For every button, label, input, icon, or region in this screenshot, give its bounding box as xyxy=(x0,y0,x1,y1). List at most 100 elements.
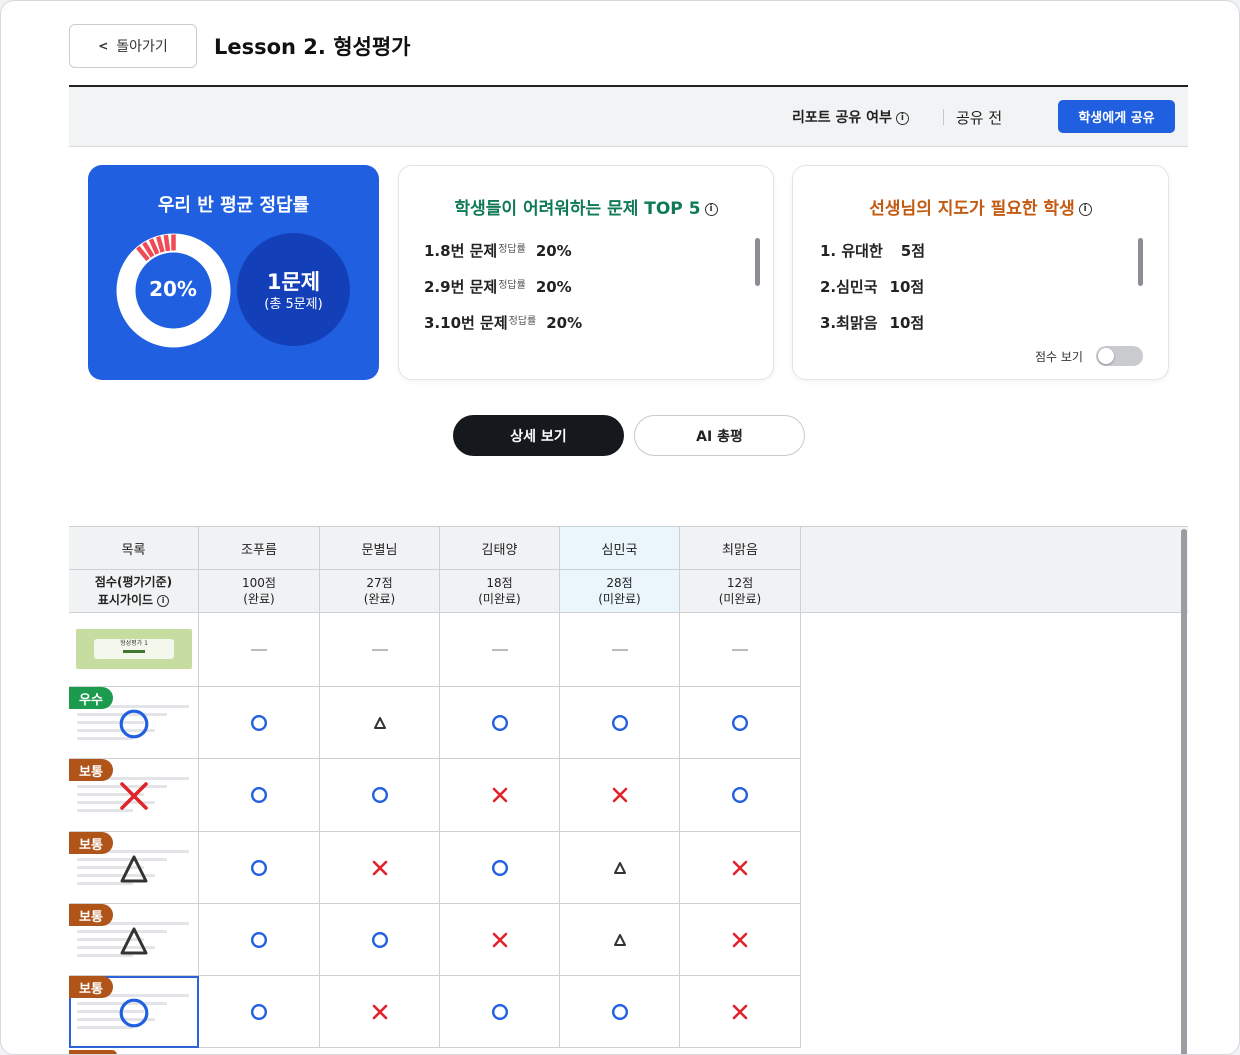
scrollbar[interactable] xyxy=(1138,238,1143,286)
level-badge xyxy=(69,1050,117,1054)
list-item[interactable]: 3.10번 문제정답률 20% xyxy=(424,312,582,333)
partial-triangle-icon xyxy=(120,855,148,883)
answer-mark-cell[interactable] xyxy=(440,976,560,1048)
student-name-header[interactable]: 문별님 xyxy=(320,527,440,570)
correct-o-icon xyxy=(250,714,268,731)
student-name-header[interactable]: 김태양 xyxy=(440,527,560,570)
student-name-header[interactable]: 심민국 xyxy=(560,527,680,570)
average-percent: 20% xyxy=(149,277,197,301)
student-name-header[interactable]: 조푸름 xyxy=(199,527,320,570)
answer-mark-cell[interactable] xyxy=(440,687,560,759)
answer-mark-cell[interactable] xyxy=(680,759,801,832)
answer-mark-cell[interactable] xyxy=(560,613,680,687)
report-page: < 돌아가기 Lesson 2. 형성평가 리포트 공유 여부 i 공유 전 학생… xyxy=(0,0,1240,1055)
share-question: 리포트 공유 여부 i xyxy=(792,107,909,127)
score-toggle[interactable] xyxy=(1096,346,1143,366)
need-title: 선생님의 지도가 필요한 학생 i xyxy=(793,194,1168,219)
dash-icon xyxy=(491,648,508,651)
chevron-left-icon: < xyxy=(98,39,109,53)
answer-mark-cell[interactable] xyxy=(199,687,320,759)
answer-mark-cell[interactable] xyxy=(560,759,680,832)
thumbnail-title: 형성평가 1 xyxy=(94,639,174,659)
answer-mark-cell[interactable] xyxy=(199,832,320,904)
incorrect-x-icon xyxy=(492,787,507,803)
list-item[interactable]: 2.9번 문제정답률 20% xyxy=(424,276,572,297)
partial-triangle-icon xyxy=(613,861,626,874)
question-thumbnail[interactable]: 우수 xyxy=(69,687,199,759)
list-item[interactable]: 3.최맑음 10점 xyxy=(820,312,924,333)
answer-mark-cell[interactable] xyxy=(199,759,320,832)
incorrect-x-icon xyxy=(732,860,748,875)
students-need-guidance-card: 선생님의 지도가 필요한 학생 i 1. 유대한 5점 2.심민국 10점 3.최맑음… xyxy=(792,165,1169,380)
info-icon[interactable]: i xyxy=(157,594,170,607)
correct-o-icon xyxy=(371,931,388,948)
answer-mark-cell[interactable] xyxy=(320,976,440,1048)
average-title: 우리 반 평균 정답률 xyxy=(157,195,310,216)
question-thumbnail[interactable]: 보통 xyxy=(69,759,199,832)
answer-mark-cell[interactable] xyxy=(680,976,801,1048)
share-bar: 리포트 공유 여부 i 공유 전 학생에게 공유 xyxy=(69,87,1188,147)
dash-icon xyxy=(251,648,267,651)
answer-mark-cell[interactable] xyxy=(680,687,801,759)
partial-triangle-icon xyxy=(120,927,148,955)
question-thumbnail[interactable]: 보통 xyxy=(69,832,199,904)
correct-o-icon xyxy=(611,714,628,731)
answer-mark-cell[interactable] xyxy=(680,832,801,904)
answer-mark-cell[interactable] xyxy=(440,759,560,832)
answer-mark-cell[interactable] xyxy=(680,904,801,976)
answer-mark-cell[interactable] xyxy=(199,904,320,976)
answer-mark-cell[interactable] xyxy=(320,687,440,759)
info-icon[interactable]: i xyxy=(704,202,718,216)
answer-mark-cell[interactable] xyxy=(199,613,320,687)
summary-mark xyxy=(117,779,151,813)
student-name-header[interactable]: 최맑음 xyxy=(680,527,801,570)
answer-mark-cell[interactable] xyxy=(560,976,680,1048)
thumbnail-button xyxy=(123,650,145,653)
student-score-header: 18점 (미완료) xyxy=(440,570,560,613)
correct-o-icon xyxy=(250,931,268,948)
partial-triangle-icon xyxy=(613,933,626,946)
answer-mark-cell[interactable] xyxy=(560,904,680,976)
answer-mark-cell[interactable] xyxy=(680,613,801,687)
correct-o-icon xyxy=(491,859,508,876)
tab-ai-summary[interactable]: AI 총평 xyxy=(634,415,805,456)
difficult-questions-card: 학생들이 어려워하는 문제 TOP 5i 1.8번 문제정답률 20% 2.9번 … xyxy=(398,165,774,380)
incorrect-x-icon xyxy=(732,1004,748,1019)
back-button[interactable]: < 돌아가기 xyxy=(69,24,197,68)
answer-mark-cell[interactable] xyxy=(440,613,560,687)
info-icon[interactable]: i xyxy=(895,111,909,125)
dash-icon xyxy=(611,648,628,651)
answer-mark-cell[interactable] xyxy=(199,976,320,1048)
answer-mark-cell[interactable] xyxy=(320,759,440,832)
question-thumbnail[interactable]: 형성평가 1 xyxy=(69,613,199,687)
list-header: 목록 xyxy=(69,527,199,570)
answer-mark-cell[interactable] xyxy=(560,832,680,904)
correct-o-icon xyxy=(731,714,749,731)
dash-icon xyxy=(732,648,748,651)
list-item[interactable]: 2.심민국 10점 xyxy=(820,276,924,297)
incorrect-x-icon xyxy=(120,782,148,810)
question-thumbnail[interactable]: 보통 xyxy=(69,904,199,976)
score-toggle-label: 점수 보기 xyxy=(1035,350,1083,364)
scrollbar[interactable] xyxy=(755,238,760,286)
tab-detail[interactable]: 상세 보기 xyxy=(453,415,624,456)
info-icon[interactable]: i xyxy=(1078,202,1092,216)
list-item[interactable]: 1. 유대한 5점 xyxy=(820,240,925,261)
answer-mark-cell[interactable] xyxy=(320,904,440,976)
answer-mark-cell[interactable] xyxy=(440,904,560,976)
answer-mark-cell[interactable] xyxy=(560,687,680,759)
correct-o-icon xyxy=(491,714,508,731)
list-item[interactable]: 1.8번 문제정답률 20% xyxy=(424,240,572,261)
answer-mark-cell[interactable] xyxy=(320,613,440,687)
summary-mark xyxy=(117,924,151,958)
level-badge: 보통 xyxy=(69,832,113,854)
donut-progress-tick xyxy=(163,234,171,252)
answer-mark-cell[interactable] xyxy=(440,832,560,904)
share-to-students-button[interactable]: 학생에게 공유 xyxy=(1058,100,1175,133)
student-score-header: 28점 (미완료) xyxy=(560,570,680,613)
correct-o-icon xyxy=(250,1003,268,1020)
summary-mark xyxy=(117,996,151,1030)
question-thumbnail[interactable]: 보통 xyxy=(69,976,199,1048)
answer-mark-cell[interactable] xyxy=(320,832,440,904)
scrollbar[interactable] xyxy=(1181,529,1187,1054)
